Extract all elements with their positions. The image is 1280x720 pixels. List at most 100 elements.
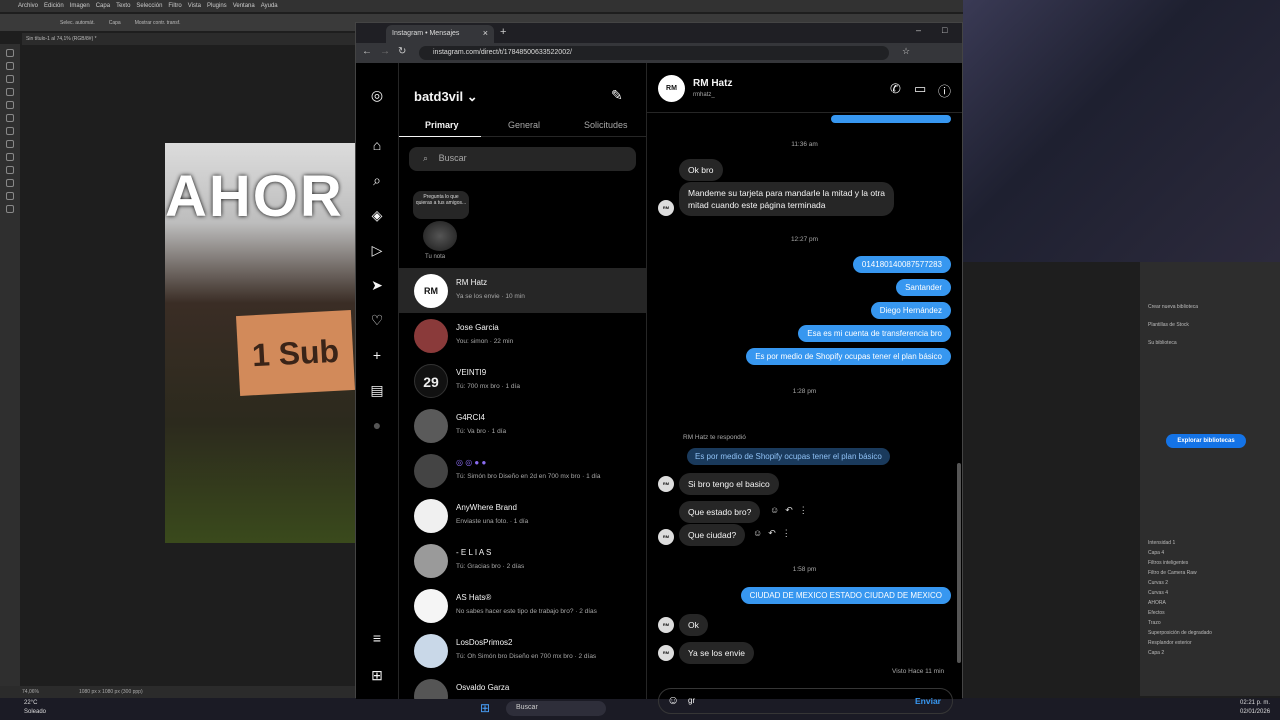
conversation-item[interactable]: LosDosPrimos2 Tú: Oh Simón bro Diseño en… [399, 628, 646, 673]
windows-start-icon[interactable]: ⊞ [480, 701, 490, 715]
browser-tab[interactable]: Instagram • Mensajes × [386, 25, 494, 43]
messages-icon[interactable]: ➤ [369, 277, 385, 293]
emoji-icon[interactable]: ☺ [667, 693, 679, 707]
chat-avatar[interactable]: RM [658, 75, 685, 102]
marquee-tool-icon[interactable] [6, 62, 14, 70]
sender-avatar[interactable]: RM [658, 617, 674, 633]
layer-row[interactable]: Trazo [1140, 618, 1280, 628]
ps-canvas[interactable]: AHOR 1 Sub [165, 143, 355, 543]
layer-select[interactable]: Capa [109, 20, 121, 26]
message-outgoing[interactable]: CIUDAD DE MEXICO ESTADO CIUDAD DE MEXICO [740, 587, 951, 604]
library-item[interactable]: Su biblioteca [1140, 338, 1280, 348]
ps-menu-item[interactable]: Edición [44, 3, 64, 9]
sender-avatar[interactable]: RM [658, 529, 674, 545]
show-transform-option[interactable]: Mostrar contr. transf. [135, 20, 181, 26]
message-incoming[interactable]: Que ciudad? [679, 524, 746, 546]
layer-row[interactable]: Curvas 2 [1140, 578, 1280, 588]
my-note[interactable]: Pregunta lo que quieras a tus amigos... … [411, 191, 469, 263]
explore-libraries-button[interactable]: Explorar bibliotecas [1166, 434, 1246, 448]
layer-row[interactable]: Curvas 4 [1140, 588, 1280, 598]
ps-menu-item[interactable]: Texto [116, 3, 130, 9]
minimize-icon[interactable]: – [916, 25, 921, 35]
ps-menu-item[interactable]: Ayuda [261, 3, 278, 9]
send-button[interactable]: Enviar [915, 696, 941, 706]
layer-row[interactable]: Filtros inteligentes [1140, 558, 1280, 568]
message-incoming[interactable]: Mandeme su tarjeta para mandarle la mita… [679, 182, 894, 216]
conversation-item[interactable]: G4RCI4 Tú: Va bro · 1 día [399, 403, 646, 448]
zoom-level[interactable]: 74,06% [22, 689, 39, 695]
message-incoming[interactable]: Si bro tengo el basico [679, 473, 779, 495]
notifications-heart-icon[interactable]: ♡ [369, 312, 385, 328]
weather-temp[interactable]: 22°C [24, 700, 37, 706]
home-icon[interactable]: ⌂ [369, 137, 385, 153]
layer-row[interactable]: Capa 4 [1140, 548, 1280, 558]
message-composer[interactable]: ☺ gr Enviar [658, 688, 953, 714]
tab-primary[interactable]: Primary [425, 120, 459, 130]
ps-menu-item[interactable]: Capa [96, 3, 110, 9]
info-icon[interactable]: ⓘ [938, 81, 951, 100]
eyedropper-tool-icon[interactable] [6, 101, 14, 109]
dashboard-icon[interactable]: ▤ [369, 382, 385, 398]
search-input[interactable]: ⌕ Buscar [409, 147, 636, 171]
explore-icon[interactable]: ◈ [369, 207, 385, 223]
account-username[interactable]: batd3vil ⌄ [414, 89, 478, 105]
sender-avatar[interactable]: RM [658, 200, 674, 216]
message-input[interactable]: gr [688, 696, 695, 705]
conversation-item[interactable]: Osvaldo Garza [399, 673, 646, 699]
brush-tool-icon[interactable] [6, 114, 14, 122]
ps-document-tab[interactable]: Sin título-1 al 74,1% (RGB/8#) * [22, 33, 362, 45]
layer-row[interactable]: Resplandor exterior [1140, 638, 1280, 648]
message-incoming[interactable]: Ok [679, 614, 708, 636]
conversation-item[interactable]: 29 VEINTI9 Tú: 700 mx bro · 1 día [399, 358, 646, 403]
new-tab-icon[interactable]: + [500, 26, 506, 38]
hand-tool-icon[interactable] [6, 192, 14, 200]
ps-menu-item[interactable]: Selección [136, 3, 162, 9]
reels-icon[interactable]: ▷ [369, 242, 385, 258]
conversation-item[interactable]: Jose Garcia You: simon · 22 min [399, 313, 646, 358]
library-item[interactable]: Crear nueva biblioteca [1140, 302, 1280, 312]
bookmark-star-icon[interactable]: ☆ [902, 46, 910, 57]
search-icon[interactable]: ⌕ [369, 172, 385, 188]
zoom-tool-icon[interactable] [6, 205, 14, 213]
message-outgoing[interactable]: Diego Hernández [870, 302, 951, 319]
taskbar-search[interactable]: Buscar [506, 701, 606, 716]
ps-menu-item[interactable]: Plugins [207, 3, 227, 9]
eraser-tool-icon[interactable] [6, 140, 14, 148]
ps-menu-item[interactable]: Filtro [168, 3, 181, 9]
crop-tool-icon[interactable] [6, 88, 14, 96]
sender-avatar[interactable]: RM [658, 476, 674, 492]
lasso-tool-icon[interactable] [6, 75, 14, 83]
video-call-icon[interactable]: ▭ [914, 81, 926, 97]
create-plus-icon[interactable]: + [369, 347, 385, 363]
layer-row[interactable]: Filtro de Camera Raw [1140, 568, 1280, 578]
chat-name[interactable]: RM Hatz [693, 78, 732, 89]
move-tool-icon[interactable] [6, 49, 14, 57]
stamp-tool-icon[interactable] [6, 127, 14, 135]
tab-requests[interactable]: Solicitudes [584, 120, 628, 130]
reply-quote[interactable]: Es por medio de Shopify ocupas tener el … [687, 448, 890, 465]
conversation-item[interactable]: - E L I A S Tú: Gracias bro · 2 días [399, 538, 646, 583]
apps-grid-icon[interactable]: ⊞ [369, 667, 385, 683]
message-outgoing[interactable]: 014180140087577283 [852, 256, 951, 273]
ps-menu-item[interactable]: Imagen [70, 3, 90, 9]
layer-row[interactable]: Efectos [1140, 608, 1280, 618]
pen-tool-icon[interactable] [6, 179, 14, 187]
conversation-item[interactable]: AnyWhere Brand Enviaste una foto. · 1 dí… [399, 493, 646, 538]
tab-general[interactable]: General [508, 120, 540, 130]
menu-hamburger-icon[interactable]: ≡ [369, 630, 385, 646]
reload-icon[interactable]: ↻ [398, 46, 406, 57]
gradient-tool-icon[interactable] [6, 153, 14, 161]
sender-avatar[interactable]: RM [658, 645, 674, 661]
auto-select-option[interactable]: Selec. automát. [60, 20, 95, 26]
layer-row[interactable]: AHORA [1140, 598, 1280, 608]
ps-menu-item[interactable]: Archivo [18, 3, 38, 9]
ps-menu-item[interactable]: Ventana [233, 3, 255, 9]
conversation-item[interactable]: ◎ ◎ ● ● Tú: Simón bro Diseño en 2d en 70… [399, 448, 646, 493]
compose-message-icon[interactable]: ✎ [611, 87, 623, 104]
close-tab-icon[interactable]: × [483, 28, 488, 38]
message-outgoing-partial[interactable] [831, 115, 951, 123]
chat-scrollbar[interactable] [957, 463, 961, 663]
layer-row[interactable]: Capa 2 [1140, 648, 1280, 658]
url-field[interactable]: instagram.com/direct/t/17848500633522002… [419, 46, 889, 60]
profile-avatar-icon[interactable]: ● [369, 417, 385, 433]
